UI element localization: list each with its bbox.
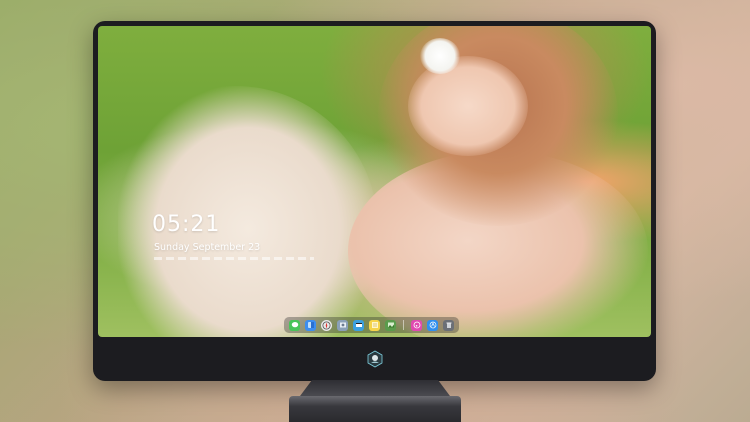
lockscreen-date: Sunday September 23 (154, 242, 261, 253)
video-icon[interactable] (353, 319, 364, 331)
preview-icon[interactable] (337, 319, 348, 331)
lockscreen-time: 05:21 (152, 212, 221, 237)
trash-icon[interactable] (443, 319, 454, 331)
dock-separator (403, 320, 404, 330)
monitor-stand-base (289, 396, 461, 422)
itunes-icon[interactable] (411, 319, 422, 331)
monitor-stand-neck (300, 380, 450, 396)
lockscreen-subtext (154, 257, 314, 260)
wallpaper-flower (420, 38, 460, 74)
notes-icon[interactable] (369, 319, 380, 331)
safari-icon[interactable] (321, 319, 332, 331)
wallpaper-face (408, 56, 528, 156)
messages-icon[interactable] (289, 319, 300, 331)
photos-icon[interactable] (385, 319, 396, 331)
monitor: 05:21 Sunday September 23 (93, 21, 656, 381)
finder-icon[interactable] (305, 319, 316, 331)
dock (284, 317, 459, 333)
app-store-icon[interactable] (427, 319, 438, 331)
desktop-screen: 05:21 Sunday September 23 (98, 26, 651, 337)
brand-logo-icon (367, 350, 383, 368)
